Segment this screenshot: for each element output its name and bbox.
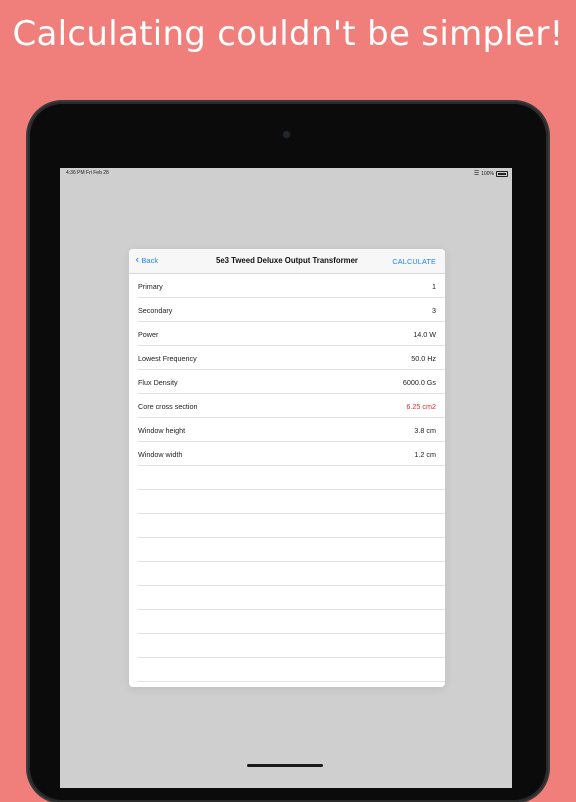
empty-row	[137, 634, 445, 658]
parameter-label: Window width	[138, 450, 183, 459]
parameter-value: 1.2 cm	[414, 450, 436, 459]
parameter-list: Primary 1 Secondary 3 Power 14.0 W Lowes…	[129, 274, 445, 687]
transformer-dialog: ‹ Back 5e3 Tweed Deluxe Output Transform…	[129, 249, 445, 687]
home-indicator[interactable]	[247, 764, 323, 767]
status-right: ☰ 100%	[474, 170, 508, 177]
parameter-row-lowest-frequency[interactable]: Lowest Frequency 50.0 Hz	[137, 346, 445, 370]
parameter-label: Secondary	[138, 306, 173, 315]
parameter-label: Core cross section	[138, 402, 198, 411]
empty-row	[137, 466, 445, 490]
empty-row	[137, 658, 445, 682]
parameter-row-window-height[interactable]: Window height 3.8 cm	[137, 418, 445, 442]
parameter-value: 6000.0 Gs	[402, 378, 436, 387]
parameter-row-primary[interactable]: Primary 1	[137, 274, 445, 298]
parameter-row-secondary[interactable]: Secondary 3	[137, 298, 445, 322]
parameter-value: 1	[432, 282, 436, 291]
parameter-value-highlighted: 6.25 cm2	[406, 402, 436, 411]
parameter-value: 50.0 Hz	[411, 354, 436, 363]
empty-row	[137, 490, 445, 514]
empty-row	[137, 538, 445, 562]
parameter-row-power[interactable]: Power 14.0 W	[137, 322, 445, 346]
empty-row	[137, 682, 445, 687]
parameter-label: Flux Density	[138, 378, 178, 387]
battery-percent: 100%	[481, 170, 494, 177]
empty-row	[137, 610, 445, 634]
parameter-label: Window height	[138, 426, 186, 435]
battery-icon	[496, 170, 508, 177]
parameter-row-window-width[interactable]: Window width 1.2 cm	[137, 442, 445, 466]
parameter-row-core-cross-section[interactable]: Core cross section 6.25 cm2	[137, 394, 445, 418]
parameter-label: Power	[138, 330, 159, 339]
parameter-label: Primary	[138, 282, 163, 291]
status-time-date: 4:36 PM Fri Feb 28	[66, 170, 109, 176]
device-screen: 4:36 PM Fri Feb 28 ☰ 100% ‹ Back 5e3 Twe…	[60, 168, 512, 788]
parameter-label: Lowest Frequency	[138, 354, 197, 363]
empty-row	[137, 562, 445, 586]
ipad-frame: 4:36 PM Fri Feb 28 ☰ 100% ‹ Back 5e3 Twe…	[28, 102, 548, 802]
status-bar: 4:36 PM Fri Feb 28 ☰ 100%	[60, 168, 512, 177]
empty-row	[137, 586, 445, 610]
camera-icon	[283, 131, 290, 138]
parameter-value: 3.8 cm	[414, 426, 436, 435]
parameter-value: 14.0 W	[413, 330, 436, 339]
parameter-row-flux-density[interactable]: Flux Density 6000.0 Gs	[137, 370, 445, 394]
marketing-headline: Calculating couldn't be simpler!	[12, 14, 564, 54]
navigation-bar: ‹ Back 5e3 Tweed Deluxe Output Transform…	[129, 249, 445, 274]
parameter-value: 3	[432, 306, 436, 315]
empty-row	[137, 514, 445, 538]
wifi-icon: ☰	[473, 171, 480, 177]
calculate-button[interactable]: CALCULATE	[392, 257, 436, 266]
